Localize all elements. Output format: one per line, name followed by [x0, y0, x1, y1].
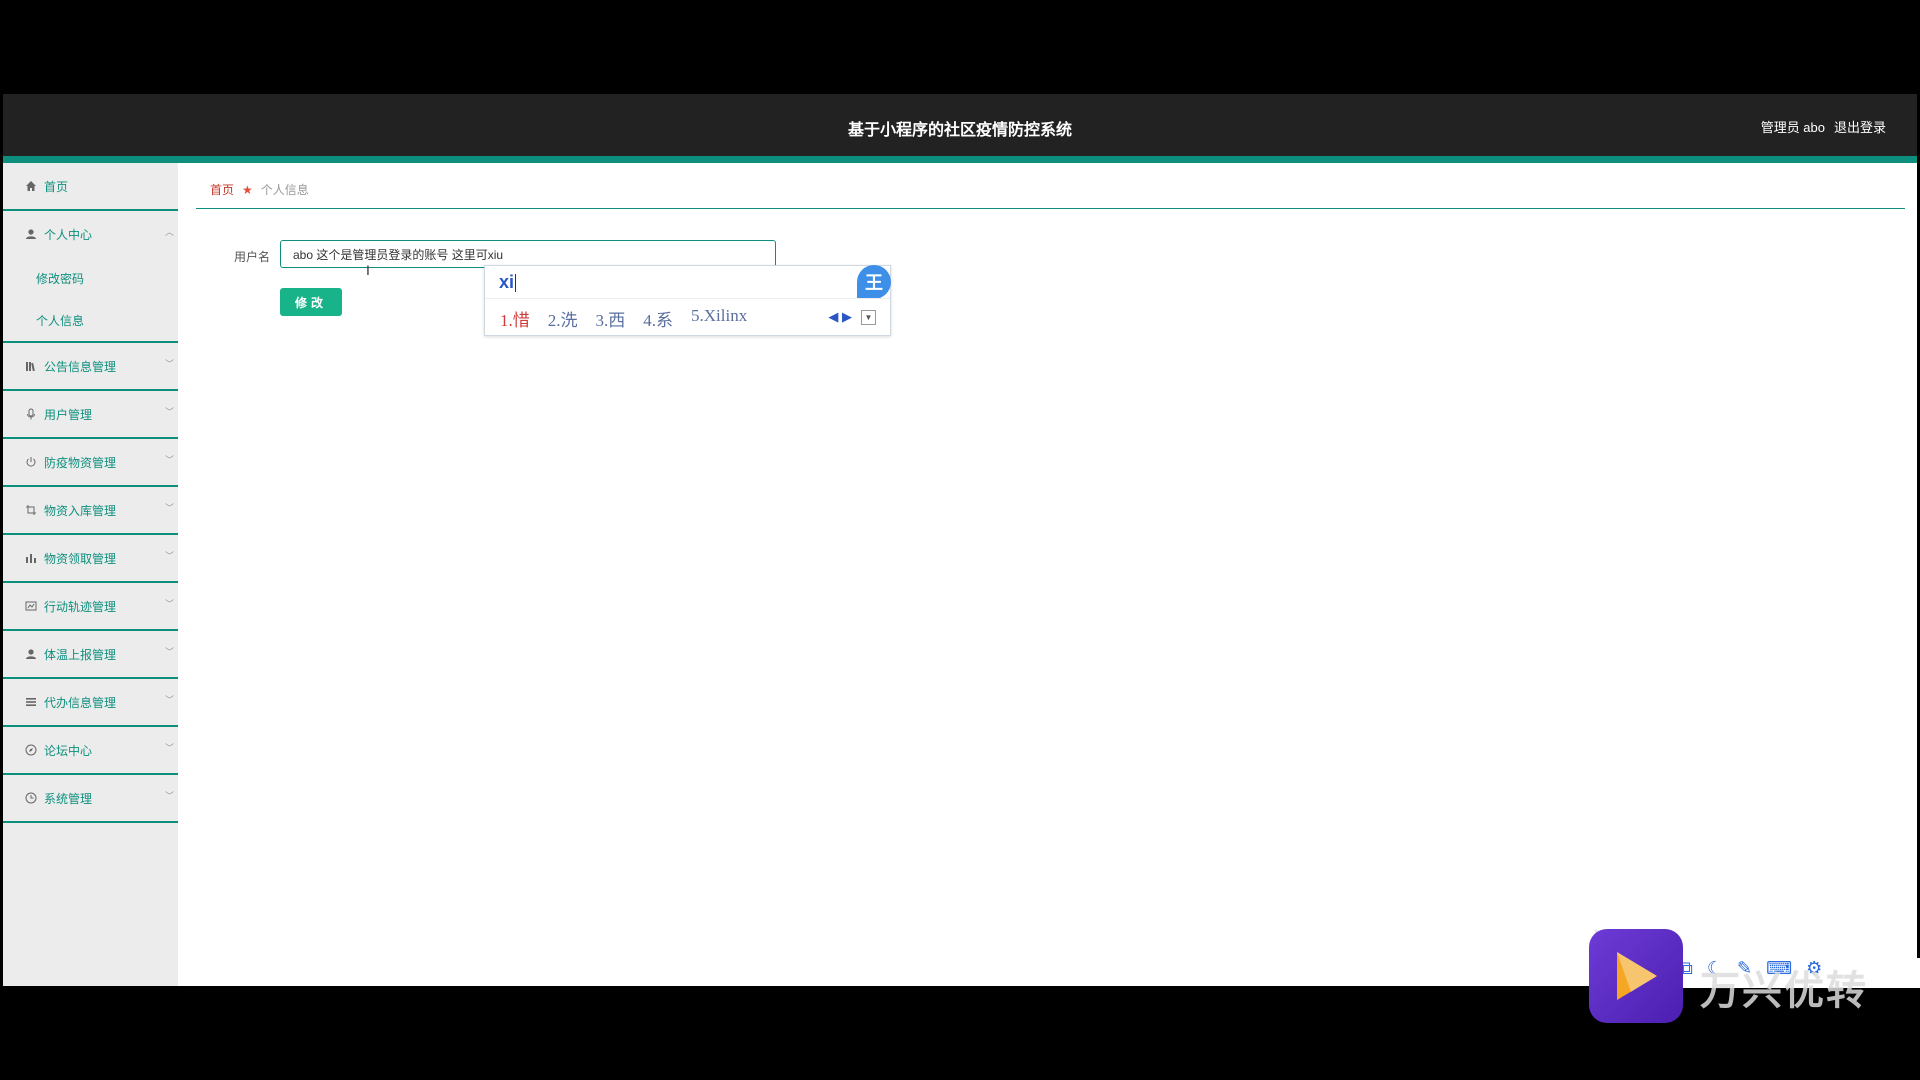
star-icon: ★ [242, 182, 253, 197]
ime-composition-text: xi [499, 272, 515, 292]
sidebar-item-label: 体温上报管理 [44, 647, 117, 662]
sidebar-item-label: 论坛中心 [44, 743, 93, 758]
sidebar-item-label: 首页 [44, 179, 69, 194]
ime-page-arrows-icon[interactable]: ◀ ▶ [828, 309, 852, 325]
power-icon [24, 455, 38, 469]
sidebar-item-system[interactable]: 系统管理 ﹀ [3, 775, 178, 823]
watermark-text: 万兴优转 [1700, 969, 1868, 1013]
sidebar-item-label: 物资入库管理 [44, 503, 117, 518]
chevron-down-icon: ﹀ [164, 551, 174, 561]
chevron-down-icon: ﹀ [164, 359, 174, 369]
top-bar: 基于小程序的社区疫情防控系统 管理员 abo 退出登录 [3, 94, 1917, 158]
clock-icon [24, 791, 38, 805]
crop-icon [24, 503, 38, 517]
ime-candidate[interactable]: 5.Xilinx [691, 306, 747, 331]
sidebar-item-todo[interactable]: 代办信息管理 ﹀ [3, 679, 178, 727]
logout-link[interactable]: 退出登录 [1834, 117, 1886, 136]
line-chart-icon [24, 599, 38, 613]
sidebar-item-temperature[interactable]: 体温上报管理 ﹀ [3, 631, 178, 679]
sidebar-item-label: 物资领取管理 [44, 551, 117, 566]
home-icon [24, 179, 38, 193]
sidebar-item-label: 防疫物资管理 [44, 455, 117, 470]
user-icon [24, 647, 38, 661]
library-icon [24, 359, 38, 373]
ime-divider [485, 298, 890, 299]
compass-icon [24, 743, 38, 757]
chevron-down-icon: ﹀ [164, 503, 174, 513]
sidebar-item-tracks[interactable]: 行动轨迹管理 ﹀ [3, 583, 178, 631]
modify-button[interactable]: 修改 [280, 288, 342, 316]
chevron-down-icon: ﹀ [164, 599, 174, 609]
ime-candidate[interactable]: 1.惜 [500, 306, 530, 331]
sidebar-item-users[interactable]: 用户管理 ﹀ [3, 391, 178, 439]
sidebar-item-label: 代办信息管理 [44, 695, 117, 710]
watermark-app-icon [1589, 929, 1683, 1023]
sidebar-subitem-profile[interactable]: 个人信息 [3, 299, 178, 341]
sidebar-item-stock-in[interactable]: 物资入库管理 ﹀ [3, 487, 178, 535]
current-user: 管理员 abo [1760, 120, 1825, 135]
play-icon [1617, 952, 1657, 1000]
sidebar-item-home[interactable]: 首页 [3, 163, 178, 211]
chevron-down-icon: ﹀ [164, 407, 174, 417]
username-label: 用户名 [234, 250, 271, 264]
chevron-down-icon: ﹀ [164, 647, 174, 657]
sidebar-item-distribution[interactable]: 物资领取管理 ﹀ [3, 535, 178, 583]
ime-candidate[interactable]: 3.西 [596, 306, 626, 331]
ime-logo-icon: 王 [857, 265, 891, 299]
microphone-icon [24, 407, 38, 421]
sidebar-item-announcements[interactable]: 公告信息管理 ﹀ [3, 343, 178, 391]
sidebar-item-supplies[interactable]: 防疫物资管理 ﹀ [3, 439, 178, 487]
ime-composition: xi [499, 272, 517, 293]
sidebar-group-personal: 个人中心 ︿ 修改密码 个人信息 [3, 211, 178, 343]
breadcrumb: 首页 ★ 个人信息 [210, 181, 309, 198]
chevron-down-icon: ﹀ [164, 791, 174, 801]
sidebar-item-personal-center[interactable]: 个人中心 ︿ [3, 211, 178, 257]
ime-candidates: 1.惜 2.洗 3.西 4.系 5.Xilinx [500, 306, 747, 331]
breadcrumb-home-link[interactable]: 首页 [210, 181, 234, 198]
breadcrumb-divider [196, 208, 1905, 209]
username-input[interactable] [280, 240, 776, 268]
sidebar: 首页 个人中心 ︿ 修改密码 个人信息 公告信息管理 ﹀ 用户管理 ﹀ 防疫物资… [3, 163, 178, 986]
ime-candidate[interactable]: 4.系 [643, 306, 673, 331]
chevron-down-icon: ﹀ [164, 695, 174, 705]
chevron-down-icon: ﹀ [164, 743, 174, 753]
main-content: 首页 ★ 个人信息 用户名 I 修改 [178, 163, 1917, 986]
sidebar-item-forum[interactable]: 论坛中心 ﹀ [3, 727, 178, 775]
app-window: 基于小程序的社区疫情防控系统 管理员 abo 退出登录 首页 个人中心 ︿ 修改… [3, 94, 1917, 986]
sidebar-item-label: 行动轨迹管理 [44, 599, 117, 614]
text-cursor-icon: I [366, 262, 370, 278]
ime-candidate[interactable]: 2.洗 [548, 306, 578, 331]
sidebar-item-label: 用户管理 [44, 407, 93, 422]
menu-icon [24, 695, 38, 709]
user-icon [24, 227, 38, 241]
app-title: 基于小程序的社区疫情防控系统 [847, 122, 1072, 139]
top-bar-accent [3, 156, 1917, 163]
sidebar-item-label: 公告信息管理 [44, 359, 117, 374]
sidebar-subitem-change-password[interactable]: 修改密码 [3, 257, 178, 299]
ime-candidate-window: xi 王 1.惜 2.洗 3.西 4.系 5.Xilinx ◀ ▶ ▼ [484, 265, 891, 336]
bar-chart-icon [24, 551, 38, 565]
breadcrumb-current: 个人信息 [260, 183, 309, 197]
chevron-down-icon: ﹀ [164, 455, 174, 465]
ime-caret [515, 274, 517, 293]
chevron-up-icon: ︿ [164, 227, 174, 237]
sidebar-item-label: 个人中心 [44, 227, 93, 242]
ime-expand-icon[interactable]: ▼ [861, 310, 876, 325]
sidebar-item-label: 系统管理 [44, 791, 93, 806]
